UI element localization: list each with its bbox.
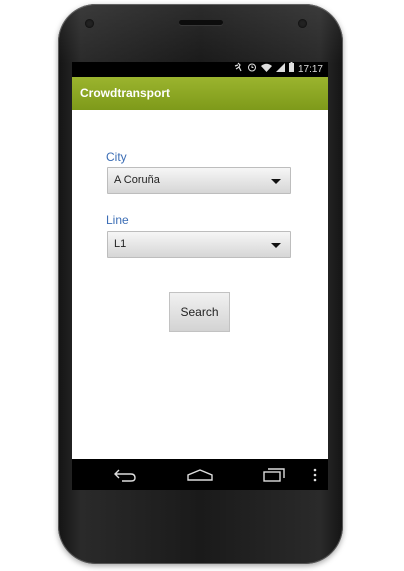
dropdown-arrow-icon (271, 179, 281, 184)
phone-gloss (58, 4, 343, 64)
line-label: Line (106, 213, 129, 227)
back-icon[interactable] (112, 459, 138, 490)
city-value: A Coruña (114, 174, 160, 186)
line-spinner[interactable]: L1 (107, 231, 291, 258)
battery-icon (288, 62, 294, 77)
city-label: City (106, 150, 127, 164)
search-button[interactable]: Search (169, 292, 230, 332)
alarm-icon (247, 62, 257, 77)
app-title: Crowdtransport (80, 86, 170, 100)
signal-icon (275, 62, 285, 77)
proximity-sensor (85, 19, 94, 28)
recent-apps-icon[interactable] (262, 459, 286, 490)
city-spinner[interactable]: A Coruña (107, 167, 291, 194)
app-screen: 17:17 Crowdtransport City A Coruña Line … (72, 62, 328, 490)
earpiece-speaker (179, 20, 223, 25)
line-value: L1 (114, 238, 127, 250)
activity-icon (234, 62, 243, 77)
action-bar: Crowdtransport (72, 77, 328, 110)
wifi-icon (260, 62, 272, 77)
menu-icon[interactable] (310, 459, 320, 490)
dropdown-arrow-icon (271, 243, 281, 248)
front-camera (298, 19, 307, 28)
home-icon[interactable] (187, 459, 213, 490)
status-bar: 17:17 (72, 62, 328, 77)
navigation-bar (72, 459, 328, 490)
status-time: 17:17 (297, 64, 323, 75)
